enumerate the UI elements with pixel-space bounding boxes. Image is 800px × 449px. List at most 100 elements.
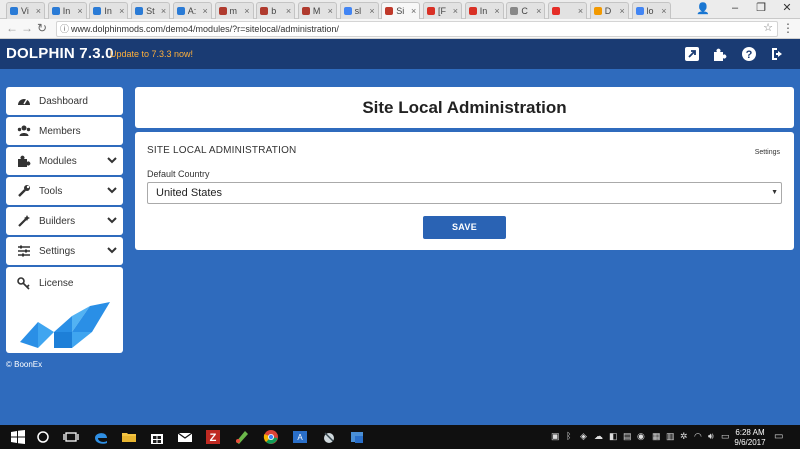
tab-close-icon[interactable]: × — [578, 6, 583, 16]
dropbox-icon[interactable]: ◈ — [580, 431, 587, 442]
sidebar-item-label: Dashboard — [39, 95, 88, 107]
page-title: Site Local Administration — [362, 98, 567, 117]
security-tray-icon[interactable]: ◉ — [637, 431, 645, 442]
task-view-icon[interactable] — [63, 429, 79, 445]
tab-close-icon[interactable]: × — [620, 6, 625, 16]
onedrive-icon[interactable]: ☁ — [594, 431, 603, 442]
browser-tab[interactable]: sl × — [339, 2, 379, 19]
browser-tab[interactable]: C × — [506, 2, 546, 19]
magic-wand-icon — [18, 215, 30, 227]
tray-flag-icon[interactable]: ▥ — [666, 431, 675, 442]
tab-title: Vi — [21, 6, 29, 16]
tray-gear-icon[interactable]: ✲ — [680, 431, 688, 442]
chevron-down-icon — [107, 217, 117, 224]
wifi-icon[interactable]: ◠ — [694, 431, 702, 442]
file-explorer-icon[interactable] — [121, 429, 137, 445]
browser-tab[interactable]: D × — [589, 2, 629, 19]
sidebar-license-panel: License — [6, 267, 123, 353]
edge-browser-icon[interactable] — [93, 429, 109, 445]
sidebar-item-builders[interactable]: Builders — [6, 207, 123, 235]
tab-close-icon[interactable]: × — [36, 6, 41, 16]
browser-tab[interactable]: m × — [214, 2, 254, 19]
tab-close-icon[interactable]: × — [286, 6, 291, 16]
sidebar-item-dashboard[interactable]: Dashboard — [6, 87, 123, 115]
browser-tab[interactable]: A: × — [172, 2, 212, 19]
browser-tab[interactable]: St × — [131, 2, 171, 19]
browser-tab[interactable]: [F × — [423, 2, 462, 19]
system-clock[interactable]: 6:28 AM 9/6/2017 — [733, 428, 767, 448]
windows-start-icon[interactable] — [10, 429, 26, 445]
settings-link[interactable]: Settings — [755, 149, 780, 156]
brand-logo[interactable]: DOLPHIN 7.3.0 — [6, 45, 114, 62]
tray-settings-icon[interactable]: ◧ — [609, 431, 618, 442]
browser-tab[interactable]: M × — [297, 2, 337, 19]
browser-tab[interactable]: × — [548, 2, 588, 19]
browser-tab[interactable]: Si × — [381, 2, 421, 19]
bookmark-star-icon[interactable]: ☆ — [763, 21, 773, 35]
back-icon[interactable]: ← — [6, 21, 18, 35]
filezilla-icon[interactable]: Z — [205, 429, 221, 445]
minimize-icon[interactable]: – — [722, 0, 748, 19]
language-app-icon[interactable]: A — [292, 429, 308, 445]
tab-close-icon[interactable]: × — [244, 6, 249, 16]
sidebar-item-settings[interactable]: Settings — [6, 237, 123, 265]
tab-title: C — [521, 6, 528, 16]
sidebar-item-license[interactable]: License — [6, 267, 123, 290]
snipping-tool-icon[interactable] — [321, 429, 337, 445]
browser-tab[interactable]: In × — [89, 2, 129, 19]
window-controls: – ❐ ✕ — [722, 0, 800, 19]
update-link[interactable]: Update to 7.3.3 now! — [110, 49, 193, 59]
mail-icon[interactable] — [177, 429, 193, 445]
browser-tab[interactable]: b × — [256, 2, 296, 19]
info-icon[interactable]: ⓘ — [60, 22, 69, 36]
help-icon[interactable]: ? — [741, 46, 757, 62]
close-window-icon[interactable]: ✕ — [774, 0, 800, 19]
clock-time: 6:28 AM — [735, 428, 765, 437]
battery-icon[interactable]: ▭ — [721, 431, 730, 442]
extensions-puzzle-icon[interactable] — [712, 46, 728, 62]
tab-close-icon[interactable]: × — [411, 6, 416, 16]
tab-close-icon[interactable]: × — [453, 6, 458, 16]
browser-menu-icon[interactable]: ⋮ — [782, 21, 794, 35]
tab-close-icon[interactable]: × — [536, 6, 541, 16]
save-button[interactable]: SAVE — [423, 216, 506, 239]
tab-close-icon[interactable]: × — [661, 6, 666, 16]
external-link-icon[interactable] — [684, 46, 700, 62]
sidebar-item-modules[interactable]: Modules — [6, 147, 123, 175]
tab-favicon-icon — [552, 7, 561, 15]
tab-close-icon[interactable]: × — [161, 6, 166, 16]
browser-tab[interactable]: In × — [47, 2, 87, 19]
volume-icon[interactable]: 🔊︎ — [708, 431, 714, 442]
chrome-icon[interactable] — [263, 429, 279, 445]
tab-title: m — [229, 6, 238, 16]
paint-app-icon[interactable] — [234, 429, 250, 445]
sidebar-item-tools[interactable]: Tools — [6, 177, 123, 205]
bluetooth-icon[interactable]: ᛒ — [566, 431, 571, 441]
key-icon — [17, 277, 30, 290]
profile-icon[interactable]: 👤 — [696, 2, 710, 15]
address-bar[interactable]: ⓘ www.dolphinmods.com/demo4/modules/?r=s… — [56, 21, 778, 37]
browser-tab[interactable]: Vi × — [6, 2, 45, 19]
default-country-select[interactable]: United States ▼ — [147, 182, 782, 204]
tab-close-icon[interactable]: × — [119, 6, 124, 16]
photo-tray-icon[interactable]: ▤ — [623, 431, 632, 442]
tab-close-icon[interactable]: × — [494, 6, 499, 16]
select-arrow-icon: ▼ — [771, 189, 778, 196]
tray-window-icon[interactable]: ▦ — [652, 431, 661, 442]
tray-app-icon[interactable]: ▣ — [551, 431, 560, 442]
forward-icon[interactable]: → — [21, 21, 33, 35]
app-window-icon[interactable] — [349, 429, 365, 445]
action-center-icon[interactable]: ▭ — [774, 431, 783, 442]
reload-icon[interactable]: ↻ — [37, 21, 47, 35]
search-circle-icon[interactable] — [35, 429, 51, 445]
browser-tab[interactable]: lo × — [631, 2, 671, 19]
sidebar-item-members[interactable]: Members — [6, 117, 123, 145]
restore-icon[interactable]: ❐ — [748, 0, 774, 19]
logout-icon[interactable] — [770, 46, 786, 62]
tab-close-icon[interactable]: × — [203, 6, 208, 16]
store-icon[interactable] — [149, 429, 165, 445]
tab-close-icon[interactable]: × — [328, 6, 333, 16]
tab-close-icon[interactable]: × — [369, 6, 374, 16]
browser-tab[interactable]: In × — [464, 2, 504, 19]
tab-close-icon[interactable]: × — [77, 6, 82, 16]
